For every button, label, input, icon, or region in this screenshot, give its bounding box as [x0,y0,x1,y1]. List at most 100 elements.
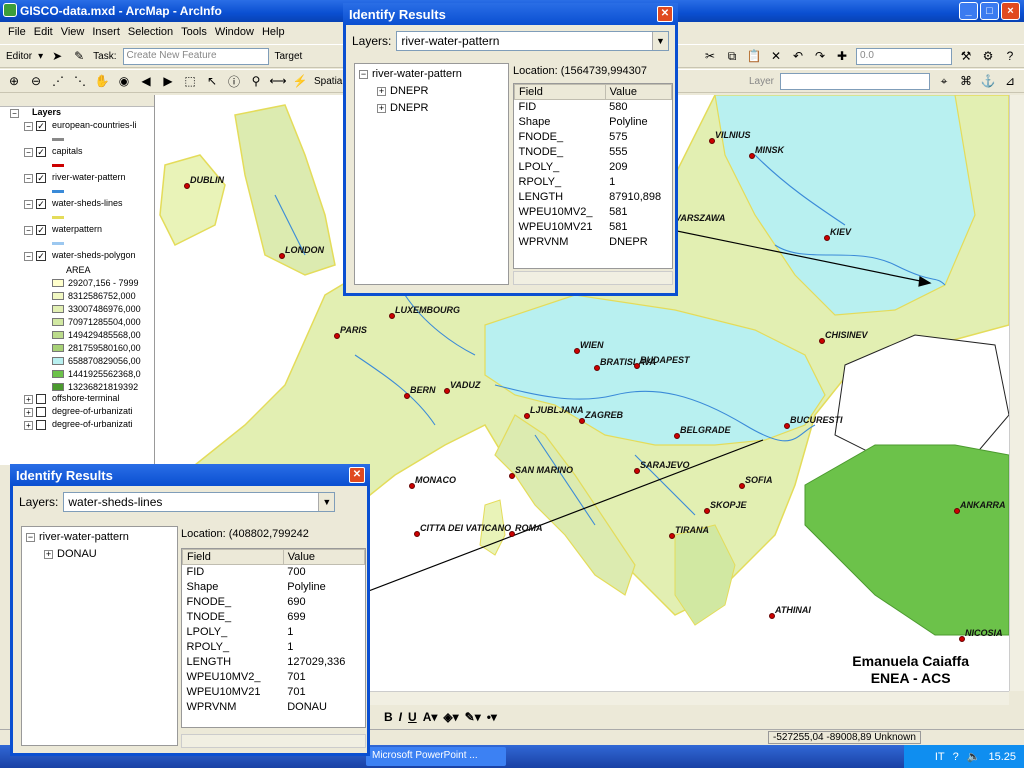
grid-row[interactable]: RPOLY_ 1 [515,175,672,190]
grid-row[interactable]: LENGTH 127029,336 [183,655,365,670]
pan-icon[interactable]: ✋ [94,73,110,89]
underline-button[interactable]: U [408,710,417,724]
identify-title-bar[interactable]: Identify Results ✕ [343,3,678,25]
font-color-icon[interactable]: A▾ [423,710,438,724]
expand-icon[interactable]: − [24,226,33,235]
scale-combo[interactable]: 0.0 [856,47,952,65]
select-elements-icon[interactable]: ↖ [204,73,220,89]
expand-icon[interactable]: − [24,174,33,183]
grid-horizontal-scrollbar[interactable] [513,271,673,285]
grid-row[interactable]: RPOLY_ 1 [183,640,365,655]
tree-item[interactable]: + DONAU [26,548,173,565]
toc-layer[interactable]: + offshore-terminal [0,393,154,406]
tree-root[interactable]: − river-water-pattern [359,68,504,85]
georef-tool-4-icon[interactable]: ⊿ [1002,73,1018,89]
arctoolbox-icon[interactable]: ⚙ [980,48,996,64]
toc-layer[interactable]: − ✓ waterpattern [0,224,154,237]
tree-item[interactable]: + DNEPR [359,85,504,102]
minimize-button[interactable]: _ [959,2,978,20]
grid-column-header[interactable]: Field [182,549,284,565]
layer-visibility-checkbox[interactable]: ✓ [36,251,46,261]
expand-icon[interactable]: − [24,148,33,157]
layer-visibility-checkbox[interactable]: ✓ [36,199,46,209]
expand-icon[interactable]: − [24,122,33,131]
grid-row[interactable]: Shape Polyline [515,115,672,130]
undo-icon[interactable]: ↶ [790,48,806,64]
tree-item[interactable]: + DNEPR [359,102,504,119]
cut-icon[interactable]: ✂ [702,48,718,64]
expand-icon[interactable]: + [24,408,33,417]
edit-tool-icon[interactable]: ➤ [49,48,65,64]
add-data-icon[interactable]: ✚ [834,48,850,64]
grid-row[interactable]: LPOLY_ 209 [515,160,672,175]
layer-visibility-checkbox[interactable]: ✓ [36,173,46,183]
layer-visibility-checkbox[interactable] [36,420,46,430]
grid-row[interactable]: Shape Polyline [183,580,365,595]
grid-row[interactable]: WPEU10MV2_ 701 [183,670,365,685]
menu-file[interactable]: File [8,26,26,38]
menu-selection[interactable]: Selection [128,26,173,38]
layer-visibility-checkbox[interactable] [36,394,46,404]
georef-tool-icon[interactable]: ⌖ [936,73,952,89]
collapse-icon[interactable]: − [26,532,35,542]
grid-column-header[interactable]: Field [514,84,606,100]
grid-row[interactable]: TNODE_ 699 [183,610,365,625]
expand-icon[interactable]: + [377,86,386,96]
grid-row[interactable]: FNODE_ 575 [515,130,672,145]
expand-icon[interactable]: + [24,395,33,404]
collapse-icon[interactable]: − [10,109,19,118]
help-tray-icon[interactable]: ? [953,751,959,763]
marker-color-icon[interactable]: •▾ [487,710,497,724]
toc-layer[interactable]: − ✓ capitals [0,146,154,159]
zoom-in-icon[interactable]: ⊕ [6,73,22,89]
expand-icon[interactable]: + [24,421,33,430]
grid-row[interactable]: WPEU10MV2_ 581 [515,205,672,220]
identify-results-window-bottom[interactable]: Identify Results ✕ Layers: water-sheds-l… [10,464,370,756]
toc-layer[interactable]: − ✓ european-countries-li [0,120,154,133]
grid-row[interactable]: FID 700 [183,565,365,580]
redo-icon[interactable]: ↷ [812,48,828,64]
grid-row[interactable]: WPRVNM DONAU [183,700,365,715]
layers-combo[interactable]: water-sheds-lines ▼ [63,492,336,512]
chevron-down-icon[interactable]: ▼ [652,32,668,50]
layers-combo[interactable]: river-water-pattern ▼ [396,31,669,51]
expand-icon[interactable]: + [44,549,53,559]
toc-layer[interactable]: − ✓ water-sheds-lines [0,198,154,211]
back-extent-icon[interactable]: ◀ [138,73,154,89]
editor-menu[interactable]: Editor [6,51,32,62]
layer-visibility-checkbox[interactable]: ✓ [36,147,46,157]
collapse-icon[interactable]: − [359,69,368,79]
zoom-out-icon[interactable]: ⊖ [28,73,44,89]
select-features-icon[interactable]: ⬚ [182,73,198,89]
fill-color-icon[interactable]: ◈▾ [443,710,458,724]
copy-icon[interactable]: ⧉ [724,48,740,64]
toc-root[interactable]: − Layers [0,107,154,120]
grid-row[interactable]: WPEU10MV21 581 [515,220,672,235]
layer-visibility-checkbox[interactable]: ✓ [36,121,46,131]
grid-column-header[interactable]: Value [604,84,672,100]
paste-icon[interactable]: 📋 [746,48,762,64]
menu-insert[interactable]: Insert [92,26,120,38]
menu-window[interactable]: Window [215,26,254,38]
chevron-down-icon[interactable]: ▼ [318,493,335,511]
georef-tool-3-icon[interactable]: ⚓ [980,73,996,89]
sketch-tool-icon[interactable]: ✎ [71,48,87,64]
layer-visibility-checkbox[interactable] [36,407,46,417]
close-button[interactable]: × [1001,2,1020,20]
toc-layer[interactable]: − ✓ water-sheds-polygon [0,250,154,263]
italic-button[interactable]: I [399,710,402,724]
language-indicator[interactable]: IT [935,751,945,763]
toc-layer[interactable]: + degree-of-urbanizati [0,419,154,432]
identify-close-button[interactable]: ✕ [349,467,365,483]
full-extent-icon[interactable]: ◉ [116,73,132,89]
editor-toolbar-icon[interactable]: ⚒ [958,48,974,64]
layer-visibility-checkbox[interactable]: ✓ [36,225,46,235]
line-color-icon[interactable]: ✎▾ [465,710,481,724]
find-icon[interactable]: ⚲ [248,73,264,89]
grid-row[interactable]: WPRVNM DNEPR [515,235,672,250]
menu-tools[interactable]: Tools [181,26,207,38]
measure-icon[interactable]: ⟷ [269,73,286,89]
identify-icon[interactable]: ⓘ [226,73,242,89]
forward-extent-icon[interactable]: ▶ [160,73,176,89]
expand-icon[interactable]: + [377,103,386,113]
